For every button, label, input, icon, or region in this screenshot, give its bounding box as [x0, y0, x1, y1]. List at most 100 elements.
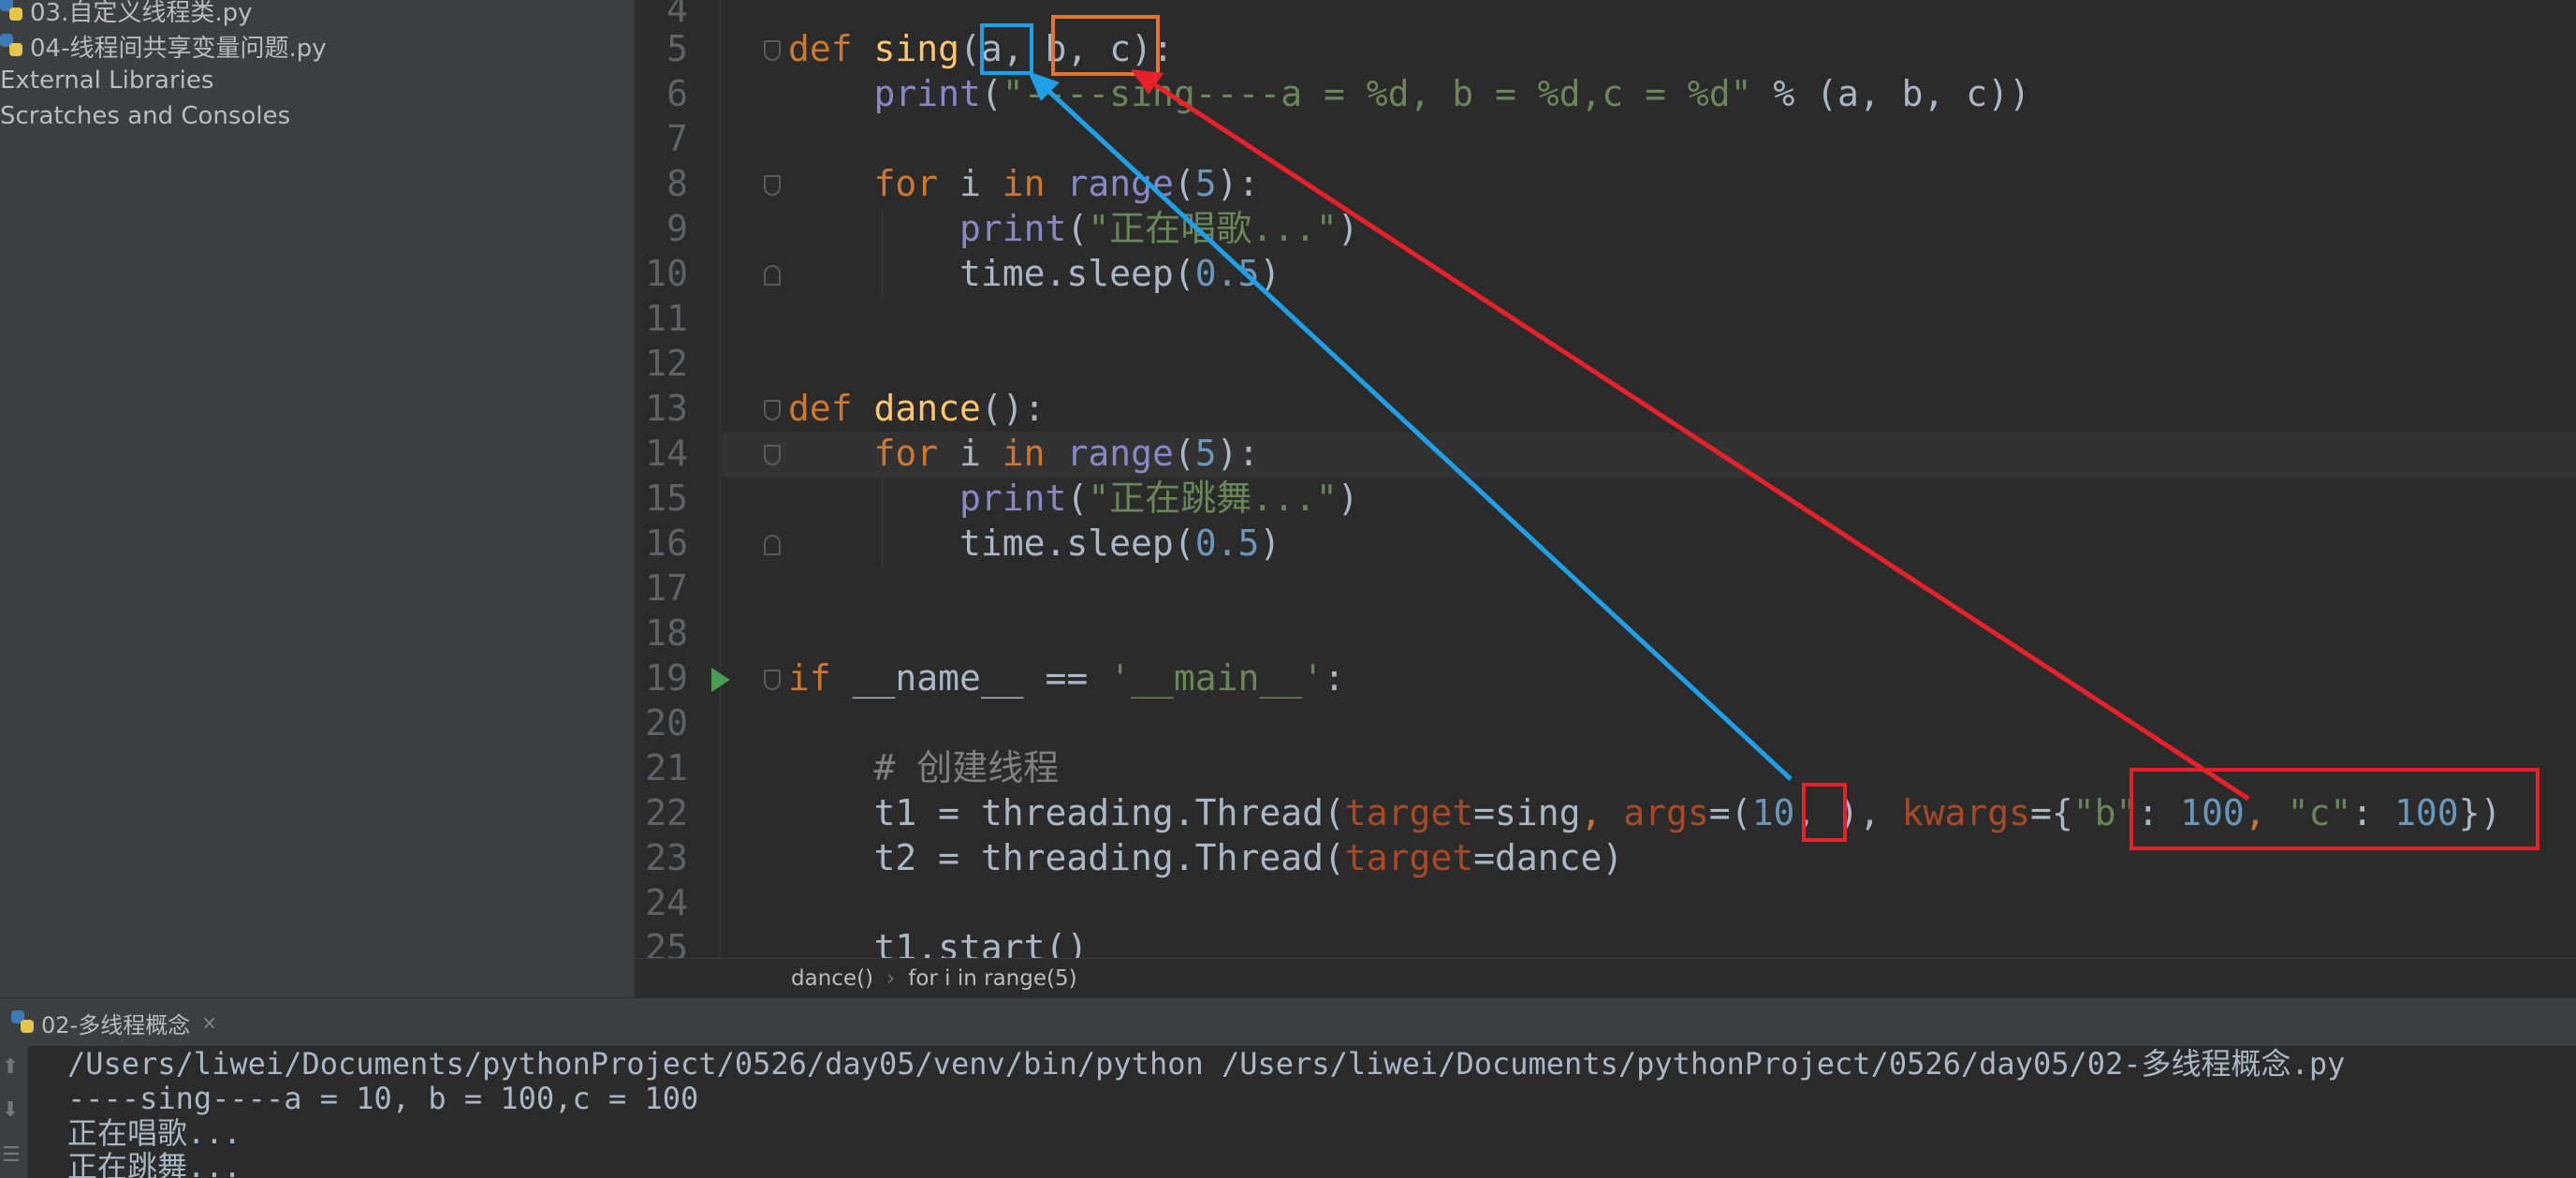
string-literal: "c" [2287, 792, 2352, 833]
code-line-6[interactable]: print("----sing----a = %d, b = %d,c = %d… [788, 71, 2030, 116]
project-tree: 03.自定义线程类.py 04-线程间共享变量问题.py External Li… [0, 0, 636, 997]
var: i [938, 163, 1003, 204]
line-number: 12 [645, 343, 688, 384]
code-line-16[interactable]: time.sleep(0.5) [788, 521, 1281, 566]
run-panel-header: 02-多线程概念 × [0, 997, 2576, 1047]
code-line-9[interactable]: print("正在唱歌...") [788, 206, 1359, 251]
colon: : [2137, 792, 2181, 833]
comma: , [2244, 792, 2288, 833]
line-number: 6 [666, 73, 688, 114]
brace: ={ [2030, 792, 2073, 833]
chevron-right-icon: › [886, 966, 896, 991]
code-editor[interactable]: 4 5 6 7 8 9 10 11 12 13 14 15 16 17 18 1… [636, 0, 2576, 958]
number: 10 [1751, 792, 1795, 833]
number: 5 [1194, 163, 1217, 204]
line-number: 14 [645, 433, 688, 474]
paren: ( [1066, 208, 1089, 249]
number: 0.5 [1194, 253, 1260, 294]
tree-item-external-libraries[interactable]: External Libraries [0, 63, 213, 98]
line-number: 15 [645, 478, 688, 519]
kwarg-name: args [1623, 792, 1709, 833]
line-number: 25 [645, 927, 688, 958]
format-args: % (a, b, c)) [1751, 73, 2030, 114]
run-gutter-icon[interactable] [711, 668, 730, 692]
line-number: 19 [645, 657, 688, 699]
tree-item-label: 04-线程间共享变量问题.py [30, 34, 327, 63]
settings-icon[interactable]: ☰ [2, 1143, 21, 1167]
code-line-22[interactable]: t1 = threading.Thread(target=sing, args=… [788, 790, 2502, 835]
paren: ) [1337, 478, 1359, 519]
line-number: 8 [666, 163, 688, 204]
code-line-8[interactable]: for i in range(5): [788, 161, 1260, 206]
fold-marker-icon[interactable] [764, 265, 781, 286]
run-tab-label: 02-多线程概念 [41, 1011, 191, 1038]
number: 5 [1194, 433, 1217, 474]
colon: : [2351, 792, 2394, 833]
line-number: 16 [645, 523, 688, 564]
brace: }) [2458, 792, 2502, 833]
call: time.sleep( [959, 523, 1195, 564]
python-file-icon [11, 1010, 36, 1035]
kwarg-name: target [1344, 792, 1474, 833]
keyword: for [873, 433, 939, 474]
close-icon[interactable]: × [201, 1011, 217, 1034]
builtin: print [959, 208, 1067, 249]
paren: ( [1173, 433, 1195, 474]
breadcrumb-item[interactable]: dance() [791, 966, 873, 991]
code-line-21[interactable]: # 创建线程 [788, 745, 1060, 790]
code-line-15[interactable]: print("正在跳舞...") [788, 476, 1359, 521]
code-line-10[interactable]: time.sleep(0.5) [788, 251, 1281, 296]
line-number: 20 [645, 702, 688, 744]
paren: ( [1066, 478, 1089, 519]
tree-item-file-04[interactable]: 04-线程间共享变量问题.py [0, 28, 327, 64]
params: (): [980, 388, 1046, 429]
fold-marker-icon[interactable] [764, 400, 781, 420]
arrow-up-icon[interactable]: ⬆ [2, 1055, 19, 1079]
keyword: def [788, 28, 853, 69]
call: t2 = threading.Thread( [873, 837, 1345, 878]
builtin: print [959, 478, 1067, 519]
code-line-13[interactable]: def dance(): [788, 386, 1046, 431]
number: 100 [2180, 792, 2245, 833]
builtin: range [1066, 433, 1174, 474]
expr: __name__ == [830, 657, 1110, 699]
line-number: 24 [645, 882, 688, 923]
paren: ( [980, 73, 1003, 114]
run-tab[interactable]: 02-多线程概念 × [0, 998, 228, 1047]
call: time.sleep( [959, 253, 1195, 294]
tree-item-label: 03.自定义线程类.py [30, 0, 253, 27]
console-output[interactable]: /Users/liwei/Documents/pythonProject/052… [28, 1046, 2576, 1178]
fold-marker-icon[interactable] [764, 670, 781, 690]
fold-marker-icon[interactable] [764, 535, 781, 555]
tree-item-label: Scratches and Consoles [0, 102, 291, 130]
paren: ): [1216, 163, 1260, 204]
keyword: for [873, 163, 939, 204]
fold-marker-icon[interactable] [764, 175, 781, 196]
tree-item-scratches[interactable]: Scratches and Consoles [0, 98, 290, 134]
line-number: 11 [645, 298, 688, 339]
code-line-14[interactable]: for i in range(5): [788, 431, 1260, 476]
tree-item-file-03[interactable]: 03.自定义线程类.py [0, 0, 253, 28]
code-line-19[interactable]: if __name__ == '__main__': [788, 655, 1345, 700]
builtin: range [1066, 163, 1174, 204]
string-literal: "----sing----a = %d, b = %d,c = %d" [1002, 73, 1752, 114]
code-line-25[interactable]: t1.start() [788, 925, 1089, 958]
breadcrumb-item[interactable]: for i in range(5) [908, 966, 1076, 991]
code-line-23[interactable]: t2 = threading.Thread(target=dance) [788, 835, 1624, 880]
paren: ) [1259, 523, 1281, 564]
code-line-5[interactable]: def sing(a, b, c): [788, 26, 1174, 71]
paren: =( [1708, 792, 1752, 833]
fold-marker-icon[interactable] [764, 445, 781, 465]
line-number: 22 [645, 792, 688, 833]
keyword: if [788, 657, 831, 699]
fold-marker-icon[interactable] [764, 40, 781, 61]
var: i [938, 433, 1003, 474]
arrow-down-icon[interactable]: ⬇ [2, 1098, 19, 1122]
